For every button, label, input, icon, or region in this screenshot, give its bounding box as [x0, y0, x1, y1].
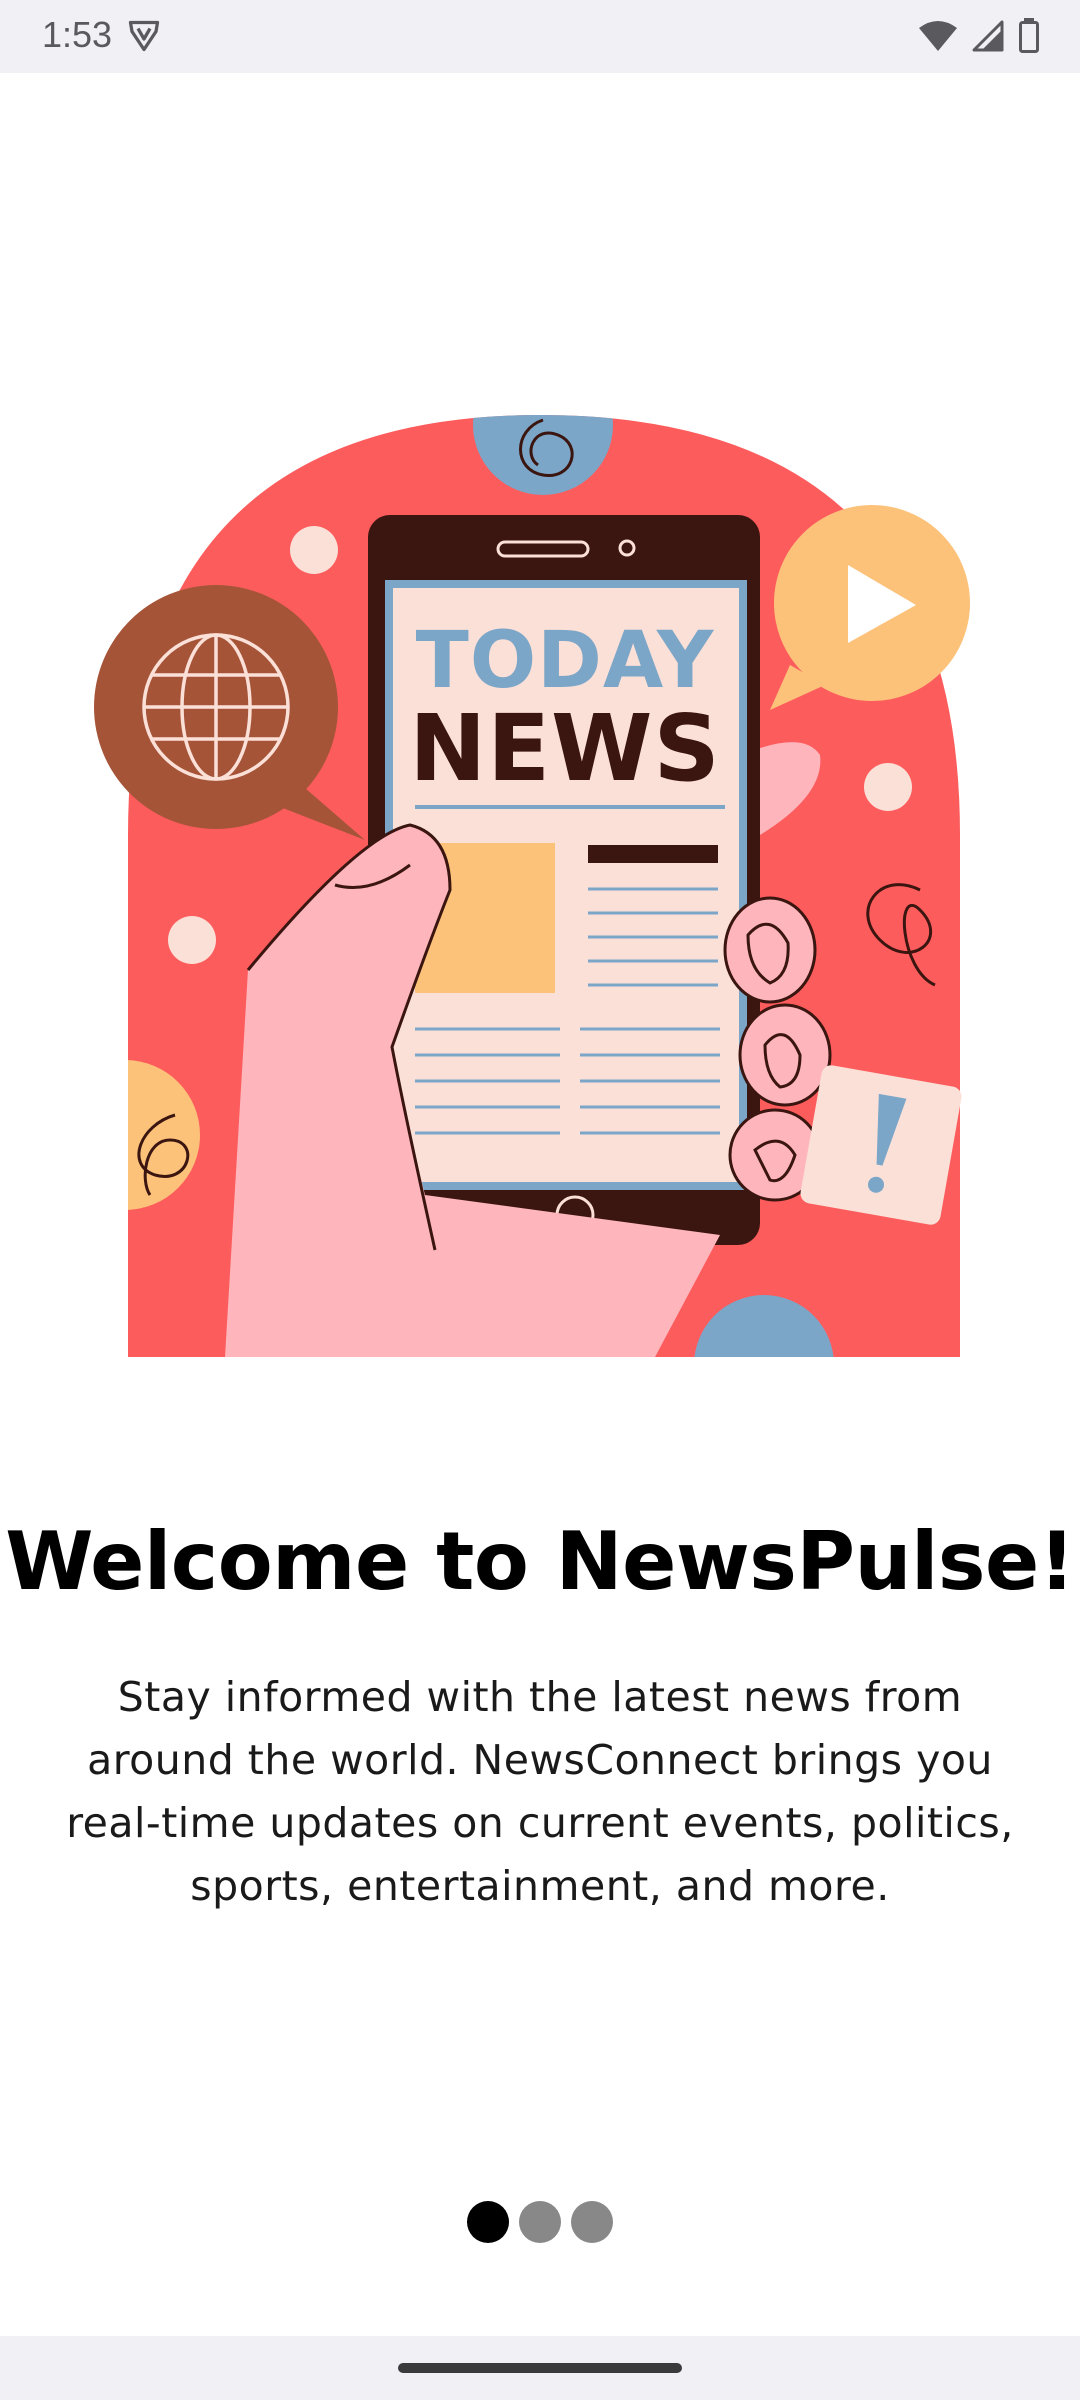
onboarding-title: Welcome to NewsPulse! — [5, 1515, 1075, 1608]
battery-icon — [1019, 18, 1039, 53]
page-dot-1[interactable] — [467, 2201, 509, 2243]
alert-card — [800, 1065, 962, 1225]
status-time: 1:53 — [42, 14, 113, 55]
globe-icon — [142, 633, 290, 781]
onboarding-description: Stay informed with the latest news from … — [66, 1673, 1014, 1910]
page-indicator — [0, 2201, 1080, 2243]
wifi-icon — [919, 21, 957, 51]
deco-dot — [168, 916, 216, 964]
status-icons — [918, 16, 1040, 56]
deco-dot — [290, 526, 338, 574]
page-dot-2[interactable] — [519, 2201, 561, 2243]
screen-headline-today: TODAY — [416, 616, 715, 706]
signal-icon — [972, 20, 1004, 52]
navigation-bar — [0, 2336, 1080, 2400]
deco-dot — [864, 763, 912, 811]
status-bar: 1:53 — [0, 0, 1080, 73]
shield-v-icon — [128, 20, 160, 52]
screen-headline-news: NEWS — [409, 695, 721, 802]
home-gesture-handle[interactable] — [398, 2363, 682, 2373]
page-dot-3[interactable] — [571, 2201, 613, 2243]
news-illustration: TODAY NEWS — [94, 415, 970, 1357]
